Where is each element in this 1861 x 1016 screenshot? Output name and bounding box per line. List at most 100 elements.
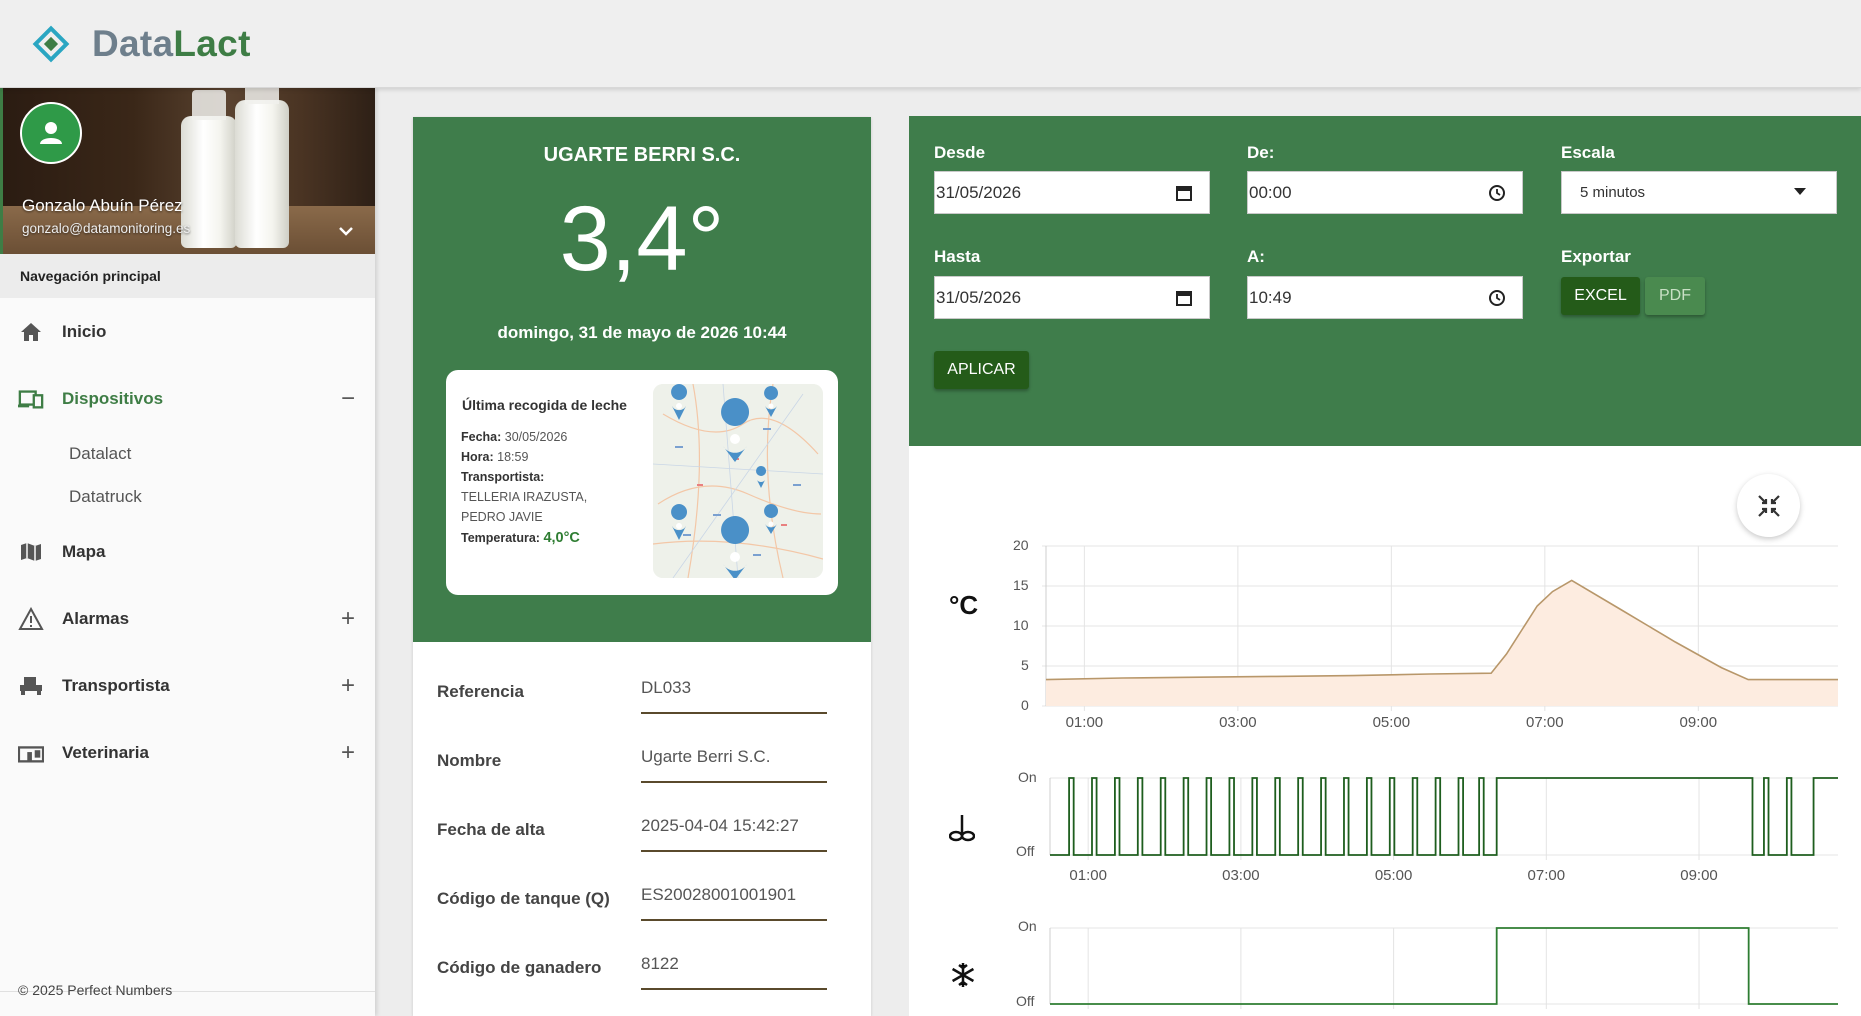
- x-tick-label: 01:00: [1065, 714, 1104, 731]
- escala-select[interactable]: 5 minutos: [1561, 171, 1837, 214]
- exportar-label: Exportar: [1561, 247, 1631, 266]
- map-graphic: [653, 384, 823, 578]
- chevron-down-icon[interactable]: [337, 224, 355, 238]
- profile-email: gonzalo@datamonitoring.es: [22, 221, 191, 236]
- sidebar-item-alarmas[interactable]: Alarmas +: [0, 585, 375, 652]
- temperature-area: [1046, 580, 1838, 706]
- device-card: UGARTE BERRI S.C. 3,4° domingo, 31 de ma…: [413, 117, 871, 1016]
- nombre-field[interactable]: Ugarte Berri S.C.: [641, 747, 827, 783]
- company-name: UGARTE BERRI S.C.: [543, 144, 741, 166]
- user-icon: [40, 122, 62, 144]
- codigo-tanque-field[interactable]: ES20028001001901: [641, 885, 827, 921]
- sidebar-item-dispositivos[interactable]: Dispositivos −: [0, 365, 375, 432]
- desde-date-input[interactable]: 31/05/2026: [934, 171, 1210, 214]
- pickup-fecha-label: Fecha:: [461, 430, 502, 444]
- clock-icon[interactable]: [1488, 289, 1506, 307]
- collapse-charts-button[interactable]: [1737, 474, 1800, 537]
- charts-card: Desde 31/05/2026 De: 00:00 Escala 5 minu…: [909, 116, 1861, 1016]
- sidebar-item-label: Alarmas: [62, 608, 130, 628]
- sidebar-item-label: Mapa: [62, 541, 106, 561]
- x-tick-label: 07:00: [1527, 867, 1566, 884]
- chart2-on-label: On: [1018, 769, 1037, 785]
- a-label: A:: [1247, 247, 1265, 266]
- devices-icon: [18, 386, 44, 412]
- agitator-icon: [949, 815, 975, 842]
- milk-bottle-image: [235, 88, 289, 248]
- chart2-off-label: Off: [1016, 843, 1035, 859]
- brand-part-2: Lact: [173, 22, 251, 64]
- expand-toggle[interactable]: +: [341, 605, 355, 633]
- nav-header: Navegación principal: [0, 254, 375, 298]
- de-label: De:: [1247, 143, 1275, 162]
- x-tick-label: 09:00: [1680, 867, 1718, 884]
- info-label: Código de ganadero: [437, 958, 602, 977]
- brand-logo[interactable]: DataLact: [92, 23, 251, 65]
- truck-icon: [18, 673, 44, 699]
- apply-button[interactable]: APLICAR: [934, 351, 1029, 389]
- pickup-hora: 18:59: [497, 450, 529, 464]
- pickup-hora-label: Hora:: [461, 450, 494, 464]
- on-off-line: [1050, 927, 1838, 1005]
- last-pickup-card[interactable]: Última recogida de leche Fecha: 30/05/20…: [446, 370, 838, 595]
- brand-part-1: Data: [92, 22, 174, 64]
- home-icon: [18, 319, 44, 345]
- calendar-icon[interactable]: [1175, 184, 1193, 202]
- de-time-input[interactable]: 00:00: [1247, 171, 1523, 214]
- on-off-line: [1050, 777, 1838, 856]
- referencia-field[interactable]: DL033: [641, 678, 827, 714]
- sidebar-item-inicio[interactable]: Inicio: [0, 298, 375, 365]
- pickup-fecha: 30/05/2026: [504, 430, 568, 444]
- pickup-details: Fecha: 30/05/2026 Hora: 18:59 Transporti…: [461, 427, 631, 548]
- current-temperature: 3,4°: [559, 188, 725, 290]
- top-bar: DataLact: [0, 0, 1861, 88]
- y-tick-label: 0: [1021, 697, 1029, 713]
- hasta-value: 31/05/2026: [936, 287, 1022, 307]
- codigo-ganadero-field[interactable]: 8122: [641, 954, 827, 990]
- desde-label: Desde: [934, 143, 986, 162]
- y-tick-label: 10: [1013, 617, 1029, 633]
- sidebar-footer: © 2025 Perfect Numbers: [0, 982, 375, 998]
- x-tick-label: 03:00: [1222, 867, 1260, 884]
- sidebar-subitem-datalact[interactable]: Datalact: [0, 432, 375, 475]
- sidebar-subitem-datatruck[interactable]: Datatruck: [0, 475, 375, 518]
- hasta-date-input[interactable]: 31/05/2026: [934, 276, 1210, 319]
- export-excel-button[interactable]: EXCEL: [1561, 277, 1640, 315]
- a-value: 10:49: [1249, 287, 1292, 307]
- sidebar: Gonzalo Abuín Pérez gonzalo@datamonitori…: [0, 88, 375, 1016]
- x-tick-label: 09:00: [1679, 714, 1718, 731]
- fecha-alta-field[interactable]: 2025-04-04 15:42:27: [641, 816, 827, 852]
- info-row-codigo-ganadero: Código de ganadero 8122: [437, 936, 847, 1005]
- sidebar-item-label: Veterinaria: [62, 742, 149, 762]
- warning-icon: [18, 606, 44, 632]
- info-row-codigo-tanque: Código de tanque (Q) ES20028001001901: [437, 867, 847, 936]
- compress-icon: [1757, 494, 1780, 517]
- info-label: Referencia: [437, 682, 524, 701]
- clock-icon[interactable]: [1488, 184, 1506, 202]
- celsius-icon: °C: [949, 590, 979, 620]
- x-tick-label: 05:00: [1374, 867, 1413, 884]
- expand-toggle[interactable]: +: [341, 739, 355, 767]
- expand-toggle[interactable]: +: [341, 672, 355, 700]
- calendar-icon[interactable]: [1175, 289, 1193, 307]
- pickup-map[interactable]: [653, 384, 823, 578]
- de-value: 00:00: [1249, 182, 1292, 202]
- current-datetime: domingo, 31 de mayo de 2026 10:44: [497, 323, 787, 342]
- a-time-input[interactable]: 10:49: [1247, 276, 1523, 319]
- filters-panel: Desde 31/05/2026 De: 00:00 Escala 5 minu…: [909, 116, 1861, 446]
- collapse-toggle[interactable]: −: [341, 385, 355, 413]
- profile-panel: Gonzalo Abuín Pérez gonzalo@datamonitori…: [0, 88, 375, 254]
- export-pdf-button[interactable]: PDF: [1645, 277, 1705, 315]
- pickup-transportista-label: Transportista:: [461, 470, 545, 484]
- datalact-logo-icon: [32, 25, 70, 62]
- sidebar-item-mapa[interactable]: Mapa: [0, 518, 375, 585]
- y-tick-label: 20: [1013, 537, 1029, 553]
- pickup-temperatura-label: Temperatura:: [461, 531, 540, 545]
- sidebar-item-veterinaria[interactable]: Veterinaria +: [0, 719, 375, 786]
- x-tick-label: 05:00: [1372, 714, 1411, 731]
- device-summary: UGARTE BERRI S.C. 3,4° domingo, 31 de ma…: [413, 117, 871, 642]
- pickup-title: Última recogida de leche: [462, 397, 627, 413]
- info-row-referencia: Referencia DL033: [437, 660, 847, 729]
- sidebar-item-transportista[interactable]: Transportista +: [0, 652, 375, 719]
- sidebar-item-label: Inicio: [62, 321, 107, 341]
- avatar[interactable]: [20, 102, 82, 164]
